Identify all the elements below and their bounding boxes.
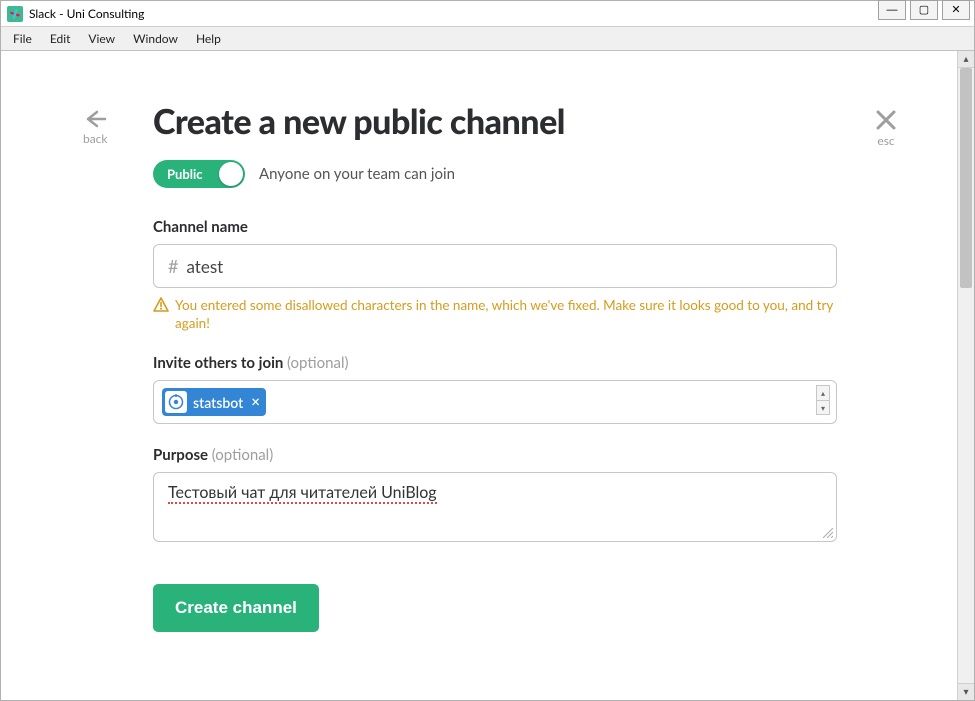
remove-token-icon[interactable]: ×: [251, 393, 260, 411]
toggle-label: Public: [167, 166, 203, 182]
toggle-description: Anyone on your team can join: [259, 165, 455, 183]
menu-window[interactable]: Window: [125, 29, 186, 48]
channel-name-input-wrap[interactable]: #: [153, 244, 837, 288]
warning-text: You entered some disallowed characters i…: [175, 296, 837, 332]
stepper-down-icon[interactable]: ▾: [816, 400, 830, 415]
purpose-value: Тестовый чат для читателей UniBlog: [168, 483, 437, 504]
menu-file[interactable]: File: [5, 29, 40, 48]
menu-help[interactable]: Help: [188, 29, 229, 48]
window-minimize-button[interactable]: —: [878, 0, 906, 20]
invite-label: Invite others to join (optional): [153, 354, 837, 372]
invite-input[interactable]: statsbot × ▴ ▾: [153, 380, 837, 424]
window-maximize-button[interactable]: ▢: [910, 0, 938, 20]
toggle-knob: [219, 162, 243, 186]
channel-name-input[interactable]: [186, 256, 822, 277]
slack-app-icon: [7, 6, 23, 22]
arrow-left-icon: [83, 109, 107, 129]
purpose-label: Purpose (optional): [153, 446, 837, 464]
scrollbar-thumb[interactable]: [960, 68, 972, 288]
invite-token-statsbot[interactable]: statsbot ×: [162, 388, 266, 416]
vertical-scrollbar[interactable]: ▴ ▾: [957, 51, 974, 700]
esc-label: esc: [875, 133, 897, 148]
window-title: Slack - Uni Consulting: [29, 6, 144, 21]
back-label: back: [83, 131, 108, 146]
purpose-textarea[interactable]: Тестовый чат для читателей UniBlog: [153, 472, 837, 542]
warning-icon: [153, 297, 169, 313]
menubar: File Edit View Window Help: [1, 27, 974, 51]
invite-stepper[interactable]: ▴ ▾: [816, 385, 830, 415]
hash-icon: #: [168, 255, 178, 277]
public-toggle[interactable]: Public: [153, 160, 245, 188]
invite-token-label: statsbot: [193, 394, 243, 411]
window-close-button[interactable]: ✕: [942, 0, 970, 20]
page-title: Create a new public channel: [153, 101, 837, 142]
menu-view[interactable]: View: [80, 29, 123, 48]
back-button[interactable]: back: [83, 109, 108, 146]
close-icon: [875, 109, 897, 131]
bot-icon: [165, 391, 187, 413]
purpose-optional: (optional): [212, 446, 274, 464]
menu-edit[interactable]: Edit: [42, 29, 79, 48]
scroll-down-arrow-icon[interactable]: ▾: [958, 683, 974, 700]
scroll-up-arrow-icon[interactable]: ▴: [958, 51, 974, 68]
stepper-up-icon[interactable]: ▴: [816, 385, 830, 400]
invite-optional: (optional): [287, 354, 349, 372]
channel-name-warning: You entered some disallowed characters i…: [153, 296, 837, 332]
esc-button[interactable]: esc: [875, 109, 897, 148]
create-channel-button[interactable]: Create channel: [153, 584, 319, 632]
resize-handle-icon[interactable]: [823, 528, 833, 538]
channel-name-label: Channel name: [153, 218, 837, 236]
